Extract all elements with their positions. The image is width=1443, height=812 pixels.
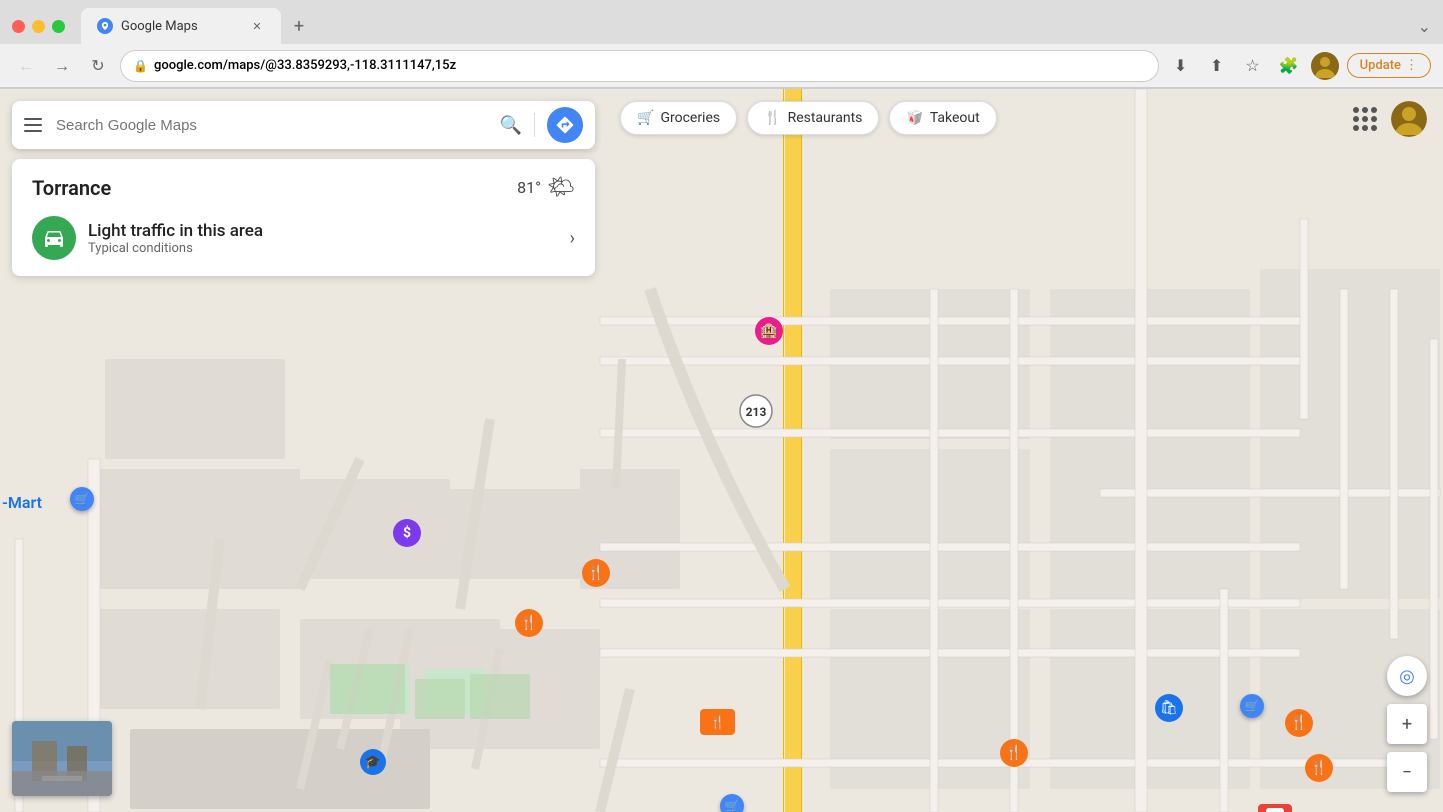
profile-avatar[interactable]: [1311, 52, 1339, 80]
lock-icon: 🔒: [133, 59, 148, 73]
traffic-condition: Light traffic in this area: [88, 221, 558, 241]
groceries-icon: 🛒: [637, 110, 654, 126]
download-button[interactable]: ⬇: [1167, 52, 1195, 80]
food-pin-1[interactable]: 🍴: [1285, 709, 1313, 737]
search-icon[interactable]: 🔍: [500, 115, 522, 136]
tab-favicon: [97, 18, 113, 34]
tab-close-button[interactable]: ✕: [249, 18, 265, 34]
nav-actions: ⬇ ⬆ ☆ 🧩 Update ⋮: [1167, 52, 1431, 80]
url-bar[interactable]: 🔒 google.com/maps/@33.8359293,-118.31111…: [120, 50, 1159, 82]
redac-gateway-pin[interactable]: 🏨: [755, 317, 783, 345]
google-apps-button[interactable]: [1347, 101, 1383, 137]
tab-title: Google Maps: [121, 19, 241, 34]
groceries-label: Groceries: [660, 110, 720, 126]
map-container[interactable]: 213 H Community Church ▼ Community Churc…: [0, 89, 1443, 812]
food-pin-2[interactable]: 🍴: [1305, 754, 1333, 782]
map-controls: ◎ + −: [1387, 656, 1427, 792]
takeout-label: Takeout: [930, 110, 980, 126]
maximize-button[interactable]: [52, 20, 65, 33]
weather-icon: 🌤: [547, 175, 575, 200]
mcdonalds-pin[interactable]: 🍴: [1000, 739, 1028, 767]
bookmark-button[interactable]: ☆: [1239, 52, 1267, 80]
reload-button[interactable]: ↻: [84, 52, 112, 80]
search-divider: [534, 113, 535, 137]
traffic-panel: Torrance 81° 🌤 Light traffic in this are…: [12, 159, 595, 276]
ralphs-pin[interactable]: 🛒: [720, 794, 744, 812]
temperature: 81°: [517, 178, 541, 197]
category-pills: 🛒 Groceries 🍴 Restaurants 🥡 Takeout: [620, 101, 997, 135]
close-button[interactable]: [12, 20, 25, 33]
map-profile-avatar[interactable]: [1391, 101, 1427, 137]
traffic-lights: [12, 20, 65, 33]
search-bar[interactable]: 🔍: [12, 101, 595, 149]
zoom-in-button[interactable]: +: [1387, 704, 1427, 744]
traffic-icon-circle: [32, 216, 76, 260]
traffic-city: Torrance: [32, 176, 111, 200]
back-button[interactable]: ←: [12, 52, 40, 80]
car-icon: [42, 226, 66, 250]
street-view-thumbnail[interactable]: [12, 721, 112, 796]
takeout-pill[interactable]: 🥡 Takeout: [889, 101, 996, 135]
new-tab-button[interactable]: +: [285, 12, 313, 40]
search-input[interactable]: [56, 117, 492, 134]
wmart-label: -Mart: [2, 493, 42, 512]
restaurants-pill[interactable]: 🍴 Restaurants: [747, 101, 879, 135]
groceries-pill[interactable]: 🛒 Groceries: [620, 101, 737, 135]
weather-info: 81° 🌤: [517, 175, 575, 200]
traffic-arrow[interactable]: ›: [570, 228, 575, 249]
directions-icon: [555, 115, 575, 135]
browser-chrome: Google Maps ✕ + ⌄ ← → ↻ 🔒 google.com/map…: [0, 0, 1443, 89]
nav-bar: ← → ↻ 🔒 google.com/maps/@33.8359293,-118…: [0, 44, 1443, 88]
numero-uno-pin[interactable]: 🛒: [1240, 694, 1264, 718]
traffic-text: Light traffic in this area Typical condi…: [88, 221, 558, 256]
street-view-image: [12, 721, 112, 796]
rite-aid-pin[interactable]: 🛍: [1155, 694, 1183, 722]
tab-bar: Google Maps ✕ + ⌄: [0, 0, 1443, 44]
more-tabs-button[interactable]: ⌄: [1418, 17, 1431, 36]
url-text: google.com/maps/@33.8359293,-118.3111147…: [154, 58, 456, 73]
traffic-header: Torrance 81° 🌤: [32, 175, 575, 200]
share-button[interactable]: ⬆: [1203, 52, 1231, 80]
restaurants-label: Restaurants: [788, 110, 863, 126]
torrance-high-pin[interactable]: 🎓: [360, 749, 386, 775]
forward-button[interactable]: →: [48, 52, 76, 80]
traffic-row[interactable]: Light traffic in this area Typical condi…: [32, 216, 575, 260]
wmart-pin[interactable]: 🛒: [70, 487, 94, 511]
traffic-detail: Typical conditions: [88, 241, 558, 256]
maps-sidebar: 🔍 Torrance 81° 🌤: [0, 89, 607, 276]
directions-button[interactable]: [547, 107, 583, 143]
active-tab[interactable]: Google Maps ✕: [81, 8, 281, 44]
minimize-button[interactable]: [32, 20, 45, 33]
my-location-button[interactable]: ◎: [1387, 656, 1427, 696]
restaurants-icon: 🍴: [764, 110, 781, 126]
chase-bank-pin[interactable]: $: [393, 519, 421, 547]
zoom-out-button[interactable]: −: [1387, 752, 1427, 792]
extensions-button[interactable]: 🧩: [1275, 52, 1303, 80]
takeout-icon: 🥡: [906, 110, 923, 126]
hamburger-button[interactable]: [24, 113, 48, 137]
torrance-bakery-pin[interactable]: 🍴: [515, 609, 543, 637]
madre-restaurant-pin[interactable]: 🍴: [582, 559, 610, 587]
wadatsumi-pin[interactable]: 🍴: [700, 709, 735, 735]
update-button[interactable]: Update ⋮: [1347, 53, 1431, 78]
svg-text:213: 213: [746, 405, 767, 419]
